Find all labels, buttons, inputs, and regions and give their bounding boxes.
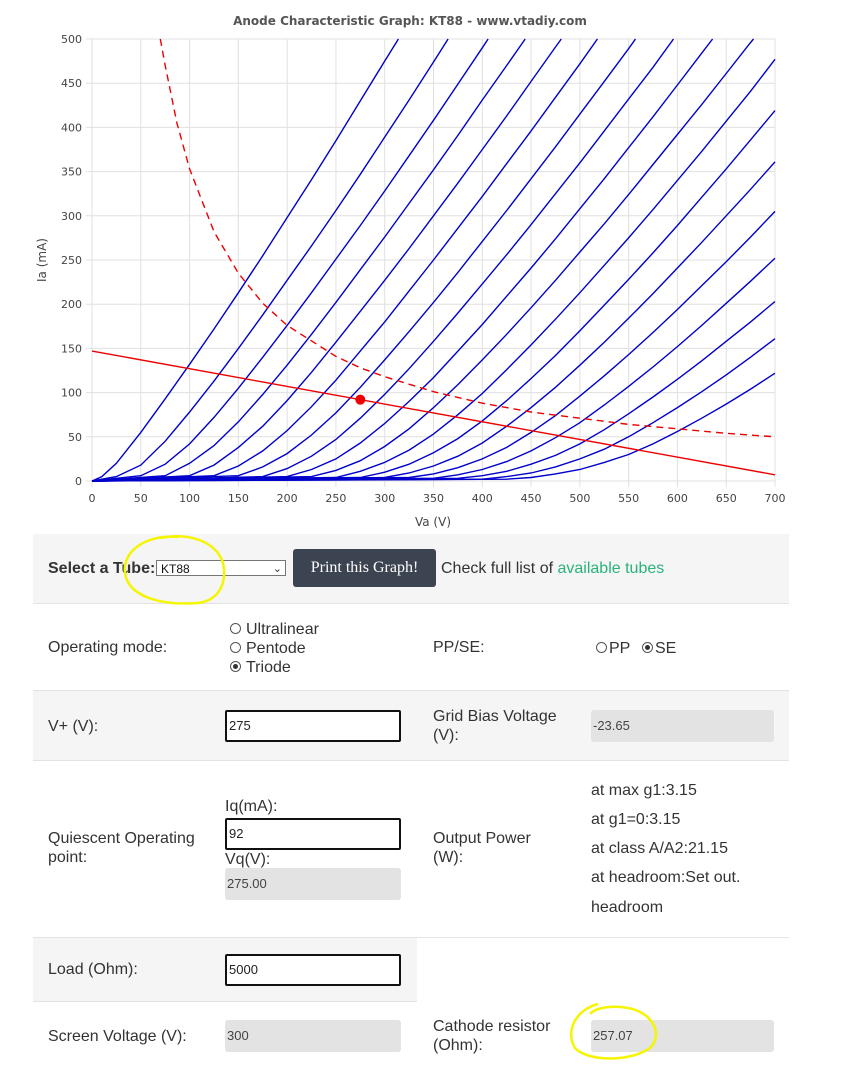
annotation-layer xyxy=(123,535,658,1060)
highlight-circle-cathode-value xyxy=(569,1002,658,1060)
highlight-circle-tube-select xyxy=(123,535,226,605)
